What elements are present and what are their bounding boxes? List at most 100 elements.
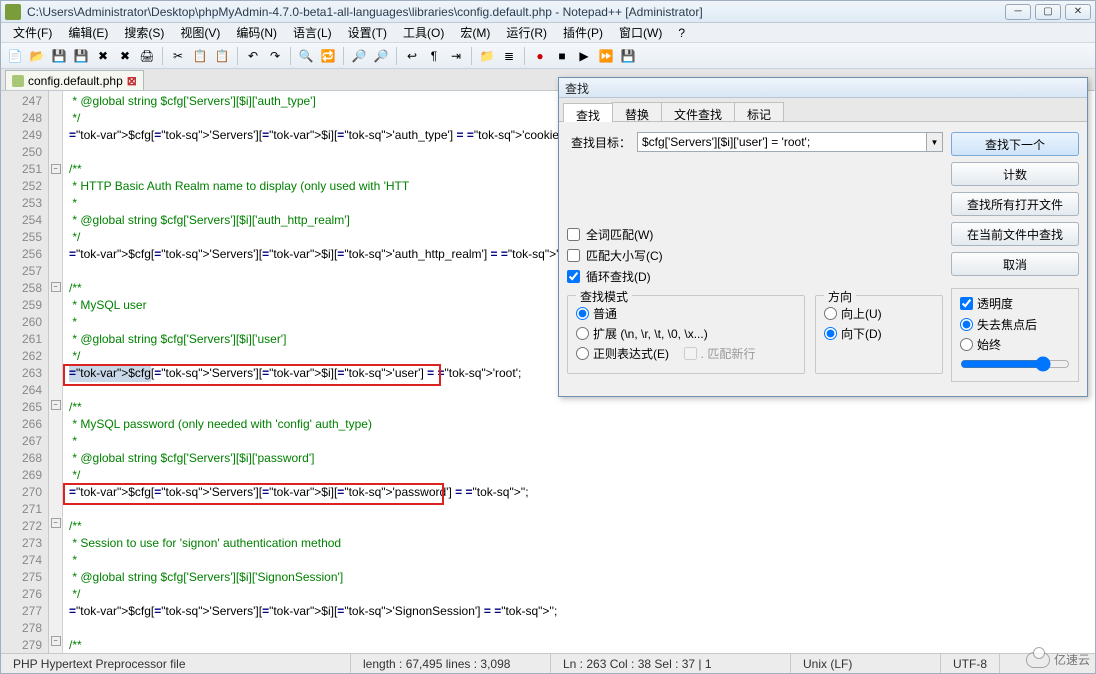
new-icon[interactable]: 📄 xyxy=(5,46,25,66)
tab-close-icon[interactable]: ⊠ xyxy=(127,74,137,88)
menu-item[interactable]: ? xyxy=(670,24,693,42)
dir-up-radio[interactable] xyxy=(824,307,837,320)
line-numbers: 2472482492502512522532542552562572582592… xyxy=(1,91,49,666)
dialog-tab[interactable]: 标记 xyxy=(734,102,784,121)
menu-item[interactable]: 设置(T) xyxy=(340,22,395,43)
fold-toggle-icon[interactable]: − xyxy=(51,400,61,410)
status-enc: UTF-8 xyxy=(941,654,1000,673)
mode-ext-label: 扩展 (\n, \r, \t, \0, \x...) xyxy=(593,325,708,342)
fold-column[interactable]: − − − − − xyxy=(49,91,63,666)
dir-up-label: 向上(U) xyxy=(841,305,882,322)
transp-always-label: 始终 xyxy=(977,336,1001,353)
save-icon[interactable]: 💾 xyxy=(49,46,69,66)
fold-toggle-icon[interactable]: − xyxy=(51,282,61,292)
fold-toggle-icon[interactable]: − xyxy=(51,164,61,174)
find-dialog[interactable]: 查找 查找替换文件查找标记 查找目标： ▼ 全词匹配(W) 匹配大小写(C) 循… xyxy=(558,77,1088,397)
print-icon[interactable]: 🖨 xyxy=(137,46,157,66)
transparency-check[interactable] xyxy=(960,297,973,310)
title-bar: C:\Users\Administrator\Desktop\phpMyAdmi… xyxy=(1,1,1095,23)
match-newline-check xyxy=(684,347,697,360)
close-button[interactable]: ✕ xyxy=(1065,4,1091,20)
stop-icon[interactable]: ■ xyxy=(552,46,572,66)
save-macro-icon[interactable]: 💾 xyxy=(618,46,638,66)
find-target-input[interactable] xyxy=(637,132,927,152)
cut-icon[interactable]: ✂ xyxy=(168,46,188,66)
play-icon[interactable]: ▶ xyxy=(574,46,594,66)
dialog-tab[interactable]: 查找 xyxy=(563,103,613,122)
transparency-slider[interactable] xyxy=(960,356,1070,372)
paste-icon[interactable]: 📋 xyxy=(212,46,232,66)
menu-item[interactable]: 运行(R) xyxy=(498,22,555,43)
menu-bar: 文件(F)编辑(E)搜索(S)视图(V)编码(N)语言(L)设置(T)工具(O)… xyxy=(1,23,1095,43)
fold-toggle-icon[interactable]: − xyxy=(51,636,61,646)
find-all-current-button[interactable]: 在当前文件中查找 xyxy=(951,222,1079,246)
whole-word-label: 全词匹配(W) xyxy=(586,226,653,243)
mode-regex-label: 正则表达式(E) xyxy=(593,345,669,362)
chars-icon[interactable]: ¶ xyxy=(424,46,444,66)
menu-item[interactable]: 编码(N) xyxy=(228,22,285,43)
file-tab[interactable]: config.default.php ⊠ xyxy=(5,70,144,90)
mode-regex-radio[interactable] xyxy=(576,347,589,360)
status-length: length : 67,495 lines : 3,098 xyxy=(351,654,551,673)
save-all-icon[interactable]: 💾 xyxy=(71,46,91,66)
dir-down-radio[interactable] xyxy=(824,327,837,340)
match-case-check[interactable] xyxy=(567,249,580,262)
transp-always-radio[interactable] xyxy=(960,338,973,351)
find-target-label: 查找目标： xyxy=(567,134,637,151)
dir-down-label: 向下(D) xyxy=(841,325,882,342)
match-case-label: 匹配大小写(C) xyxy=(586,247,663,264)
mode-ext-radio[interactable] xyxy=(576,327,589,340)
zoom-out-icon[interactable]: 🔎 xyxy=(371,46,391,66)
maximize-button[interactable]: ▢ xyxy=(1035,4,1061,20)
watermark: 亿速云 xyxy=(1026,651,1090,668)
menu-item[interactable]: 文件(F) xyxy=(5,22,60,43)
menu-item[interactable]: 语言(L) xyxy=(285,22,340,43)
app-icon xyxy=(5,4,21,20)
window-title: C:\Users\Administrator\Desktop\phpMyAdmi… xyxy=(27,5,1005,19)
menu-item[interactable]: 工具(O) xyxy=(395,22,452,43)
file-icon xyxy=(12,75,24,87)
fold-toggle-icon[interactable]: − xyxy=(51,518,61,528)
wrap-label: 循环查找(D) xyxy=(586,268,651,285)
wrap-icon[interactable]: ↩ xyxy=(402,46,422,66)
dialog-title[interactable]: 查找 xyxy=(559,78,1087,98)
match-newline-label: . 匹配新行 xyxy=(701,345,756,362)
whole-word-check[interactable] xyxy=(567,228,580,241)
menu-item[interactable]: 窗口(W) xyxy=(611,22,670,43)
indent-icon[interactable]: ⇥ xyxy=(446,46,466,66)
status-pos: Ln : 263 Col : 38 Sel : 37 | 1 xyxy=(551,654,791,673)
dialog-tabs: 查找替换文件查找标记 xyxy=(559,98,1087,122)
menu-item[interactable]: 搜索(S) xyxy=(116,22,172,43)
menu-item[interactable]: 编辑(E) xyxy=(60,22,116,43)
mode-normal-radio[interactable] xyxy=(576,307,589,320)
status-eol: Unix (LF) xyxy=(791,654,941,673)
close-all-icon[interactable]: ✖ xyxy=(115,46,135,66)
status-lang: PHP Hypertext Preprocessor file xyxy=(1,654,351,673)
find-icon[interactable]: 🔍 xyxy=(296,46,316,66)
play-multi-icon[interactable]: ⏩ xyxy=(596,46,616,66)
count-button[interactable]: 计数 xyxy=(951,162,1079,186)
record-icon[interactable]: ● xyxy=(530,46,550,66)
menu-item[interactable]: 插件(P) xyxy=(555,22,611,43)
open-icon[interactable]: 📂 xyxy=(27,46,47,66)
dialog-tab[interactable]: 文件查找 xyxy=(661,102,735,121)
func-list-icon[interactable]: ≣ xyxy=(499,46,519,66)
redo-icon[interactable]: ↷ xyxy=(265,46,285,66)
wrap-check[interactable] xyxy=(567,270,580,283)
transp-lose-radio[interactable] xyxy=(960,318,973,331)
menu-item[interactable]: 视图(V) xyxy=(172,22,228,43)
copy-icon[interactable]: 📋 xyxy=(190,46,210,66)
dialog-tab[interactable]: 替换 xyxy=(612,102,662,121)
find-all-open-button[interactable]: 查找所有打开文件 xyxy=(951,192,1079,216)
transparency-label: 透明度 xyxy=(977,295,1013,312)
replace-icon[interactable]: 🔁 xyxy=(318,46,338,66)
close-icon[interactable]: ✖ xyxy=(93,46,113,66)
find-next-button[interactable]: 查找下一个 xyxy=(951,132,1079,156)
menu-item[interactable]: 宏(M) xyxy=(452,22,498,43)
minimize-button[interactable]: ─ xyxy=(1005,4,1031,20)
undo-icon[interactable]: ↶ xyxy=(243,46,263,66)
find-target-dropdown-icon[interactable]: ▼ xyxy=(927,132,943,152)
zoom-in-icon[interactable]: 🔎 xyxy=(349,46,369,66)
folder-icon[interactable]: 📁 xyxy=(477,46,497,66)
cancel-button[interactable]: 取消 xyxy=(951,252,1079,276)
